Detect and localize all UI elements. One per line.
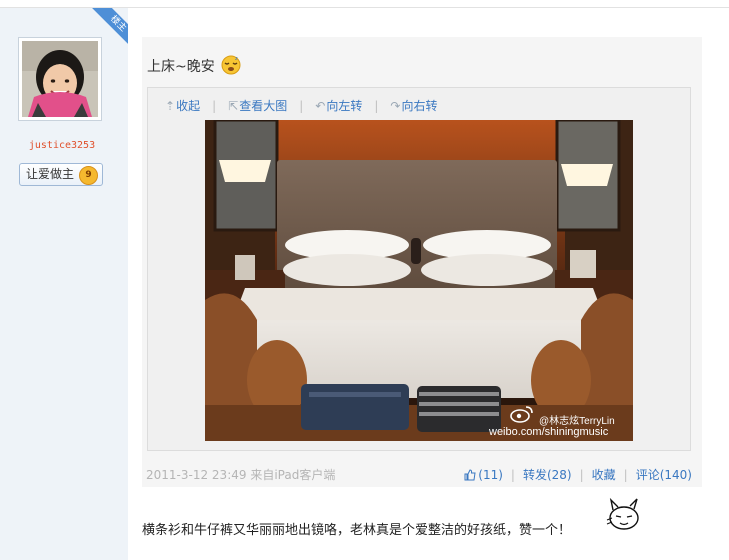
view-large-label: 查看大图	[239, 99, 288, 113]
collapse-label: 收起	[176, 99, 201, 113]
bedroom-photo-image	[205, 120, 633, 441]
view-large-button[interactable]: ⇱查看大图	[228, 97, 287, 114]
post-photo[interactable]: @林志炫TerryLin weibo.com/shiningmusic	[205, 120, 633, 441]
avatar[interactable]	[18, 37, 102, 121]
photo-watermark-url: weibo.com/shiningmusic	[489, 426, 609, 438]
comment-text: 横条衫和牛仔裤又华丽丽地出镜咯，老林真是个爱整洁的好孩纸，赞一个！	[142, 523, 572, 538]
medal-level-icon: 9	[79, 166, 98, 185]
toolbar-separator: |	[299, 99, 304, 113]
repost-button[interactable]: 转发(28)	[523, 468, 572, 482]
action-separator: |	[579, 468, 584, 482]
rotate-left-button[interactable]: ↶向左转	[315, 97, 362, 114]
post-footer: 2011-3-12 23:49 来自iPad客户端 (11) | 转发(28) | 收藏…	[142, 461, 702, 487]
like-button[interactable]: (11)	[464, 468, 503, 482]
op-ribbon: 楼主	[88, 8, 128, 48]
collapse-icon: ⇡	[165, 99, 176, 113]
top-divider	[0, 0, 729, 8]
author-sidebar: justice3253 让爱做主 9	[0, 8, 128, 560]
author-username[interactable]: justice3253	[0, 140, 124, 151]
collapse-button[interactable]: ⇡收起	[165, 97, 200, 114]
op-ribbon-label: 楼主	[90, 8, 128, 48]
cartoon-face-icon	[604, 496, 642, 536]
svg-text:z: z	[235, 56, 238, 62]
toolbar-separator: |	[374, 99, 379, 113]
post-body: 上床~晚安 z	[147, 55, 242, 79]
rotate-left-label: 向左转	[326, 99, 363, 113]
view-large-icon: ⇱	[228, 99, 239, 113]
favorite-button[interactable]: 收藏	[592, 468, 616, 482]
sleepy-face-icon: z	[220, 55, 242, 79]
medal-badge-button[interactable]: 让爱做主 9	[19, 163, 103, 186]
media-toolbar: ⇡收起 | ⇱查看大图 | ↶向左转 | ↷向右转	[165, 97, 437, 114]
avatar-image	[22, 41, 98, 117]
rotate-right-icon: ↷	[390, 99, 401, 113]
action-separator: |	[510, 468, 515, 482]
weibo-logo-icon	[509, 404, 535, 428]
post-actions: (11) | 转发(28) | 收藏 | 评论(140)	[464, 466, 692, 484]
media-viewer: ⇡收起 | ⇱查看大图 | ↶向左转 | ↷向右转 @林志炫TerryLin w…	[147, 87, 691, 451]
toolbar-separator: |	[212, 99, 217, 113]
post: 上床~晚安 z ⇡收起 | ⇱查看大图 | ↶向左转 | ↷向右转 @林志炫Te…	[142, 37, 702, 487]
rotate-right-button[interactable]: ↷向右转	[390, 97, 437, 114]
thumbs-up-icon	[464, 469, 476, 484]
rotate-left-icon: ↶	[315, 99, 326, 113]
comment-button[interactable]: 评论(140)	[636, 468, 692, 482]
rotate-right-label: 向右转	[401, 99, 438, 113]
post-text: 上床~晚安	[147, 59, 215, 75]
medal-label: 让爱做主	[26, 167, 75, 181]
like-count: (11)	[478, 468, 503, 482]
action-separator: |	[623, 468, 628, 482]
post-source: 2011-3-12 23:49 来自iPad客户端	[146, 468, 336, 482]
photo-watermark-handle: @林志炫TerryLin	[539, 416, 615, 427]
